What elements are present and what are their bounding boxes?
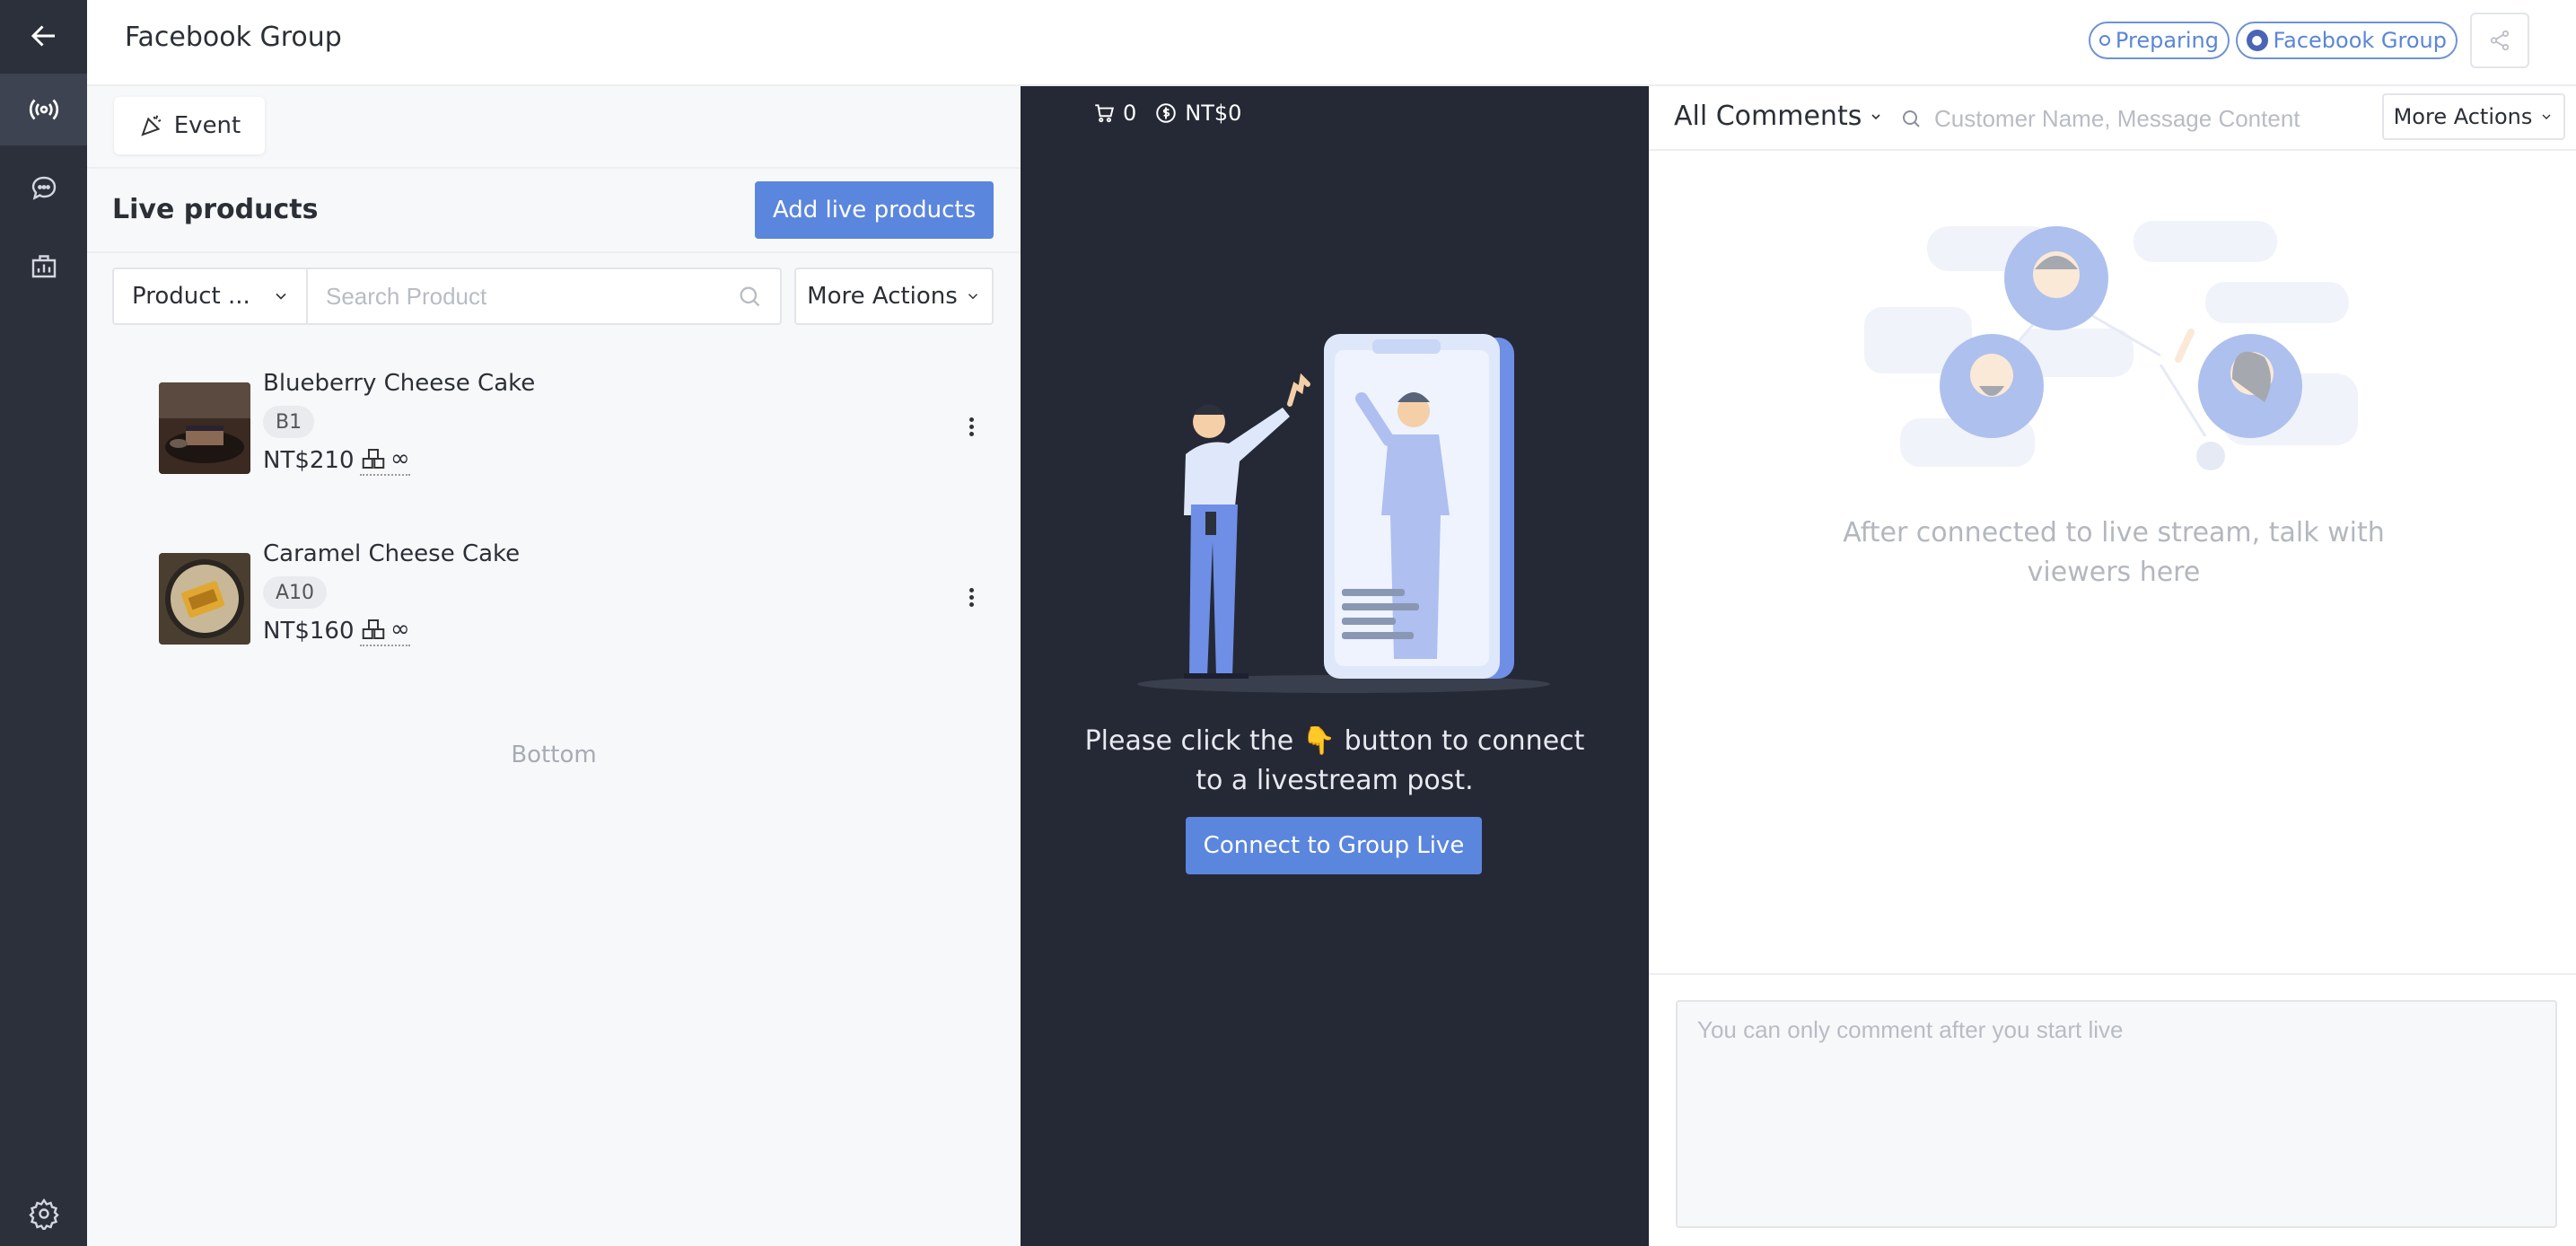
stock-value: ∞ [390, 616, 410, 643]
status-badge: Preparing [2088, 22, 2230, 59]
page-title: Facebook Group [125, 22, 342, 53]
product-price: NT$160 [263, 618, 355, 645]
party-popper-icon [141, 115, 162, 136]
group-icon: ● [2246, 30, 2268, 51]
comments-toolbar: All Comments More Actions [1649, 86, 2576, 151]
connect-group-live-button[interactable]: Connect to Group Live [1186, 817, 1482, 874]
divider [1649, 973, 2576, 975]
comments-more-actions-button[interactable]: More Actions [2382, 93, 2565, 140]
platform-badge[interactable]: ● Facebook Group [2235, 22, 2458, 59]
chevron-down-icon [968, 294, 977, 300]
divider [87, 167, 1021, 169]
livestream-illustration [1137, 334, 1550, 693]
product-filter-label: Product ... [132, 283, 250, 310]
status-dot-icon [2098, 35, 2110, 46]
search-icon [1903, 110, 1920, 127]
add-live-products-button[interactable]: Add live products [755, 181, 994, 239]
broadcast-icon [29, 99, 58, 120]
event-button[interactable]: Event [114, 97, 265, 154]
product-price: NT$210 [263, 447, 355, 474]
stock-indicator[interactable]: ∞ [360, 445, 410, 476]
divider [87, 251, 1021, 253]
section-title: Live products [112, 194, 319, 225]
report-bag-icon [31, 255, 56, 278]
nav-comments[interactable] [0, 153, 87, 224]
connect-prompt: Please click the 👇 button to connect to … [1084, 725, 1585, 796]
cart-icon [1095, 104, 1114, 123]
order-stats: 0 NT$0 [1092, 101, 1250, 126]
nav-live[interactable] [0, 74, 87, 145]
list-bottom-indicator: Bottom [511, 741, 597, 768]
order-total: NT$0 [1185, 101, 1242, 126]
top-header: Facebook Group Preparing ● Facebook Grou… [87, 0, 2576, 86]
left-rail [0, 0, 87, 1246]
product-thumbnail [159, 553, 250, 645]
status-badge-label: Preparing [2115, 28, 2219, 53]
stock-value: ∞ [390, 445, 410, 472]
cart-count: 0 [1123, 101, 1137, 126]
comments-panel: All Comments More Actions After c [1649, 86, 2576, 1246]
live-products-panel: Event Live products Add live products Pr… [87, 86, 1021, 1246]
comment-search-input[interactable] [1934, 104, 2329, 133]
comment-search-field[interactable] [1900, 99, 2340, 138]
product-code-badge: B1 [263, 406, 315, 438]
product-filter-select[interactable]: Product ... [112, 268, 306, 325]
back-button[interactable] [0, 0, 87, 72]
platform-badge-label: Facebook Group [2273, 28, 2447, 53]
product-more-menu[interactable] [958, 584, 985, 610]
dollar-coin-icon [1156, 103, 1177, 123]
product-more-menu[interactable] [958, 413, 985, 440]
arrow-left-icon [31, 25, 55, 47]
product-search-input[interactable] [326, 282, 703, 311]
chevron-down-icon [276, 293, 286, 300]
comment-filter-label: All Comments [1674, 101, 1862, 132]
more-actions-button[interactable]: More Actions [794, 268, 994, 325]
share-icon [2490, 30, 2510, 51]
comment-input[interactable] [1697, 1016, 2536, 1212]
more-actions-label: More Actions [807, 283, 958, 310]
stock-indicator[interactable]: ∞ [360, 616, 410, 646]
comments-empty-state: After connected to live stream, talk wit… [1843, 517, 2385, 588]
search-icon[interactable] [737, 284, 762, 309]
settings-button[interactable] [0, 1181, 87, 1246]
product-item[interactable]: Caramel Cheese Cake A10 NT$160 ∞ [159, 528, 985, 654]
share-button[interactable] [2470, 13, 2529, 68]
live-preview-panel: 0 NT$0 Please click the 👇 button to conn… [1021, 86, 1649, 1246]
chevron-down-icon [1871, 113, 1880, 119]
comment-composer[interactable] [1676, 1000, 2557, 1228]
chevron-down-icon [2542, 114, 2551, 119]
nav-stats[interactable] [0, 230, 87, 302]
gear-icon [28, 1198, 59, 1230]
product-code-badge: A10 [263, 576, 328, 609]
comment-filter-dropdown[interactable]: All Comments [1674, 101, 1883, 132]
product-item[interactable]: Blueberry Cheese Cake B1 NT$210 ∞ [159, 357, 985, 483]
more-actions-label: More Actions [2393, 104, 2533, 129]
product-name: Caramel Cheese Cake [263, 540, 521, 567]
stock-boxes-icon [362, 449, 385, 469]
product-thumbnail [159, 382, 250, 474]
product-search-field[interactable] [306, 268, 782, 325]
viewers-illustration [1864, 221, 2358, 470]
stock-boxes-icon [362, 619, 385, 639]
event-label: Event [173, 112, 241, 139]
product-name: Blueberry Cheese Cake [263, 370, 536, 397]
chat-icon [31, 176, 56, 200]
